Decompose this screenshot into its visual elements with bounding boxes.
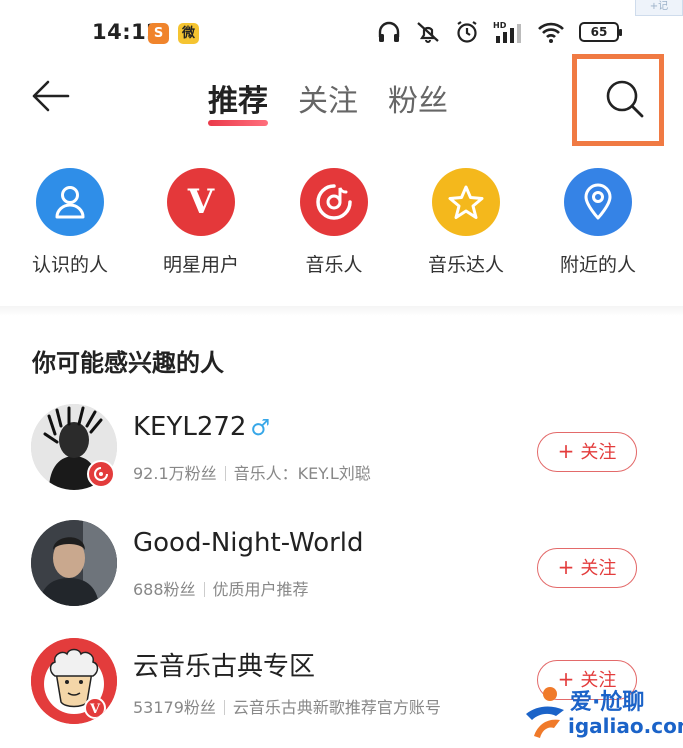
user-meta: 688粉丝 优质用户推荐 bbox=[133, 576, 309, 600]
svg-text:V: V bbox=[89, 702, 101, 717]
wifi-icon bbox=[538, 22, 564, 43]
category-music-experts[interactable]: 音乐达人 bbox=[406, 168, 526, 277]
follow-label: 关注 bbox=[580, 442, 617, 463]
avatar[interactable] bbox=[31, 520, 117, 606]
v-icon: V bbox=[187, 184, 215, 220]
user-description: 云音乐古典新歌推荐官方账号 bbox=[232, 698, 441, 717]
avatar-portrait-image bbox=[31, 520, 117, 606]
category-label: 附近的人 bbox=[559, 254, 636, 276]
plus-icon: + bbox=[557, 555, 575, 579]
user-name-text: 云音乐古典专区 bbox=[133, 652, 316, 682]
fans-count: 688粉丝 bbox=[133, 580, 196, 599]
male-gender-icon: ♂ bbox=[250, 416, 271, 441]
watermark-text: 爱·尬聊 bbox=[570, 690, 645, 715]
alarm-icon bbox=[457, 21, 477, 43]
fans-count: 53179粉丝 bbox=[133, 698, 216, 717]
user-description: 音乐人：KEY.L刘聪 bbox=[233, 464, 371, 483]
tab-recommend[interactable]: 推荐 bbox=[208, 76, 268, 126]
status-icons: HD 65 bbox=[377, 20, 622, 44]
follow-button[interactable]: + 关注 bbox=[537, 548, 637, 588]
plus-icon: + bbox=[557, 439, 575, 463]
watermark-logo-icon bbox=[526, 687, 564, 738]
corner-tab[interactable]: +记 bbox=[635, 0, 683, 16]
user-name[interactable]: Good-Night-World bbox=[133, 528, 364, 558]
category-icon-bg: V bbox=[167, 168, 235, 236]
user-meta: 92.1万粉丝 音乐人：KEY.L刘聪 bbox=[133, 460, 371, 484]
category-icon-bg bbox=[432, 168, 500, 236]
follow-label: 关注 bbox=[580, 558, 617, 579]
category-icon-bg bbox=[300, 168, 368, 236]
avatar-cartoon-image: V bbox=[31, 638, 117, 724]
meta-separator bbox=[224, 466, 226, 481]
tab-recommend-label: 推荐 bbox=[208, 84, 268, 119]
tab-fans-label: 粉丝 bbox=[388, 84, 448, 119]
user-name-text: KEYL272 bbox=[133, 412, 247, 442]
tab-following[interactable]: 关注 bbox=[298, 76, 358, 126]
category-label: 音乐人 bbox=[305, 254, 363, 276]
user-row[interactable]: Good-Night-World 688粉丝 优质用户推荐 + 关注 bbox=[0, 520, 683, 630]
person-icon bbox=[55, 186, 85, 219]
tab-following-label: 关注 bbox=[298, 84, 358, 119]
category-star-users[interactable]: V 明星用户 bbox=[141, 168, 261, 277]
follow-button[interactable]: + 关注 bbox=[537, 432, 637, 472]
category-nearby[interactable]: 附近的人 bbox=[538, 168, 658, 277]
user-description: 优质用户推荐 bbox=[212, 580, 309, 599]
top-navigation: 推荐 关注 粉丝 bbox=[0, 54, 683, 146]
category-icon-bg bbox=[36, 168, 104, 236]
svg-text:V: V bbox=[187, 184, 215, 220]
category-label: 音乐达人 bbox=[427, 254, 504, 276]
category-musicians[interactable]: 音乐人 bbox=[274, 168, 394, 277]
svg-text:HD: HD bbox=[493, 21, 507, 30]
site-watermark: 爱·尬聊 igaliao.com bbox=[520, 682, 683, 744]
user-name-text: Good-Night-World bbox=[133, 528, 364, 558]
musician-badge-icon bbox=[87, 460, 115, 488]
tab-fans[interactable]: 粉丝 bbox=[388, 76, 448, 126]
user-meta: 53179粉丝 云音乐古典新歌推荐官方账号 bbox=[133, 694, 441, 718]
signal-icon: HD bbox=[493, 21, 521, 43]
user-name[interactable]: 云音乐古典专区 bbox=[133, 646, 315, 683]
meta-separator bbox=[203, 582, 205, 597]
search-icon bbox=[606, 80, 644, 118]
back-arrow-icon bbox=[32, 80, 70, 112]
category-label: 明星用户 bbox=[162, 254, 239, 276]
weibo-app-icon: 微 bbox=[178, 23, 199, 44]
category-shortcuts: 认识的人 V 明星用户 音乐人 音乐达人 附近的人 bbox=[0, 168, 683, 288]
user-name[interactable]: KEYL272 ♂ bbox=[133, 412, 270, 442]
category-label: 认识的人 bbox=[31, 254, 108, 276]
notification-app-icon: S bbox=[148, 23, 169, 44]
user-row[interactable]: KEYL272 ♂ 92.1万粉丝 音乐人：KEY.L刘聪 + 关注 bbox=[0, 404, 683, 514]
fans-count: 92.1万粉丝 bbox=[133, 464, 217, 483]
mute-icon bbox=[417, 22, 439, 43]
category-icon-bg bbox=[564, 168, 632, 236]
meta-separator bbox=[223, 700, 225, 715]
music-disc-icon bbox=[316, 184, 352, 220]
tab-bar: 推荐 关注 粉丝 bbox=[208, 76, 448, 126]
search-button[interactable] bbox=[572, 54, 664, 146]
section-title: 你可能感兴趣的人 bbox=[32, 349, 224, 377]
avatar[interactable]: V bbox=[31, 638, 117, 724]
status-bar: 14:12 S 微 HD 65 bbox=[0, 0, 683, 62]
star-icon bbox=[448, 185, 484, 219]
location-icon bbox=[584, 183, 612, 220]
category-acquaintances[interactable]: 认识的人 bbox=[10, 168, 130, 277]
section-divider bbox=[0, 306, 683, 316]
back-button[interactable] bbox=[30, 78, 74, 118]
headphones-icon bbox=[378, 21, 400, 42]
watermark-url: igaliao.com bbox=[568, 714, 683, 738]
active-tab-indicator bbox=[208, 120, 268, 126]
battery-icon: 65 bbox=[579, 22, 622, 42]
